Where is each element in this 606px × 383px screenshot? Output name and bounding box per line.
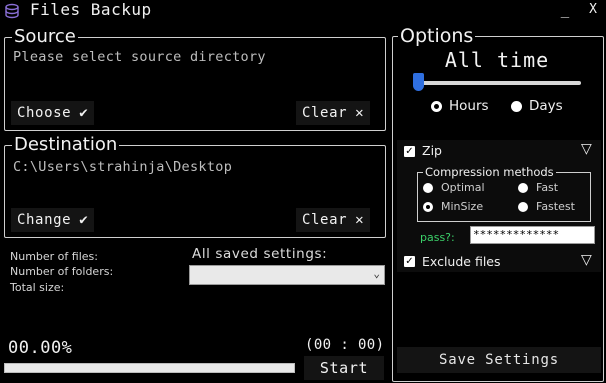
start-button[interactable]: Start — [304, 356, 384, 380]
destination-path: C:\Users\strahinja\Desktop — [13, 159, 233, 175]
check-icon: ✔ — [79, 105, 89, 121]
progress-bar — [4, 363, 295, 373]
compression-methods-legend: Compression methods — [423, 165, 556, 179]
total-size-label: Total size: — [10, 281, 65, 294]
options-legend: Options — [398, 25, 476, 47]
saved-settings-dropdown[interactable]: ⌄ — [189, 265, 385, 285]
source-path-placeholder: Please select source directory — [13, 49, 266, 65]
fast-label: Fast — [536, 181, 559, 194]
zip-expand-icon[interactable]: ▽ — [581, 141, 592, 157]
clear-source-button[interactable]: Clear ✕ — [296, 101, 371, 125]
close-icon: ✕ — [355, 105, 365, 121]
days-radio[interactable] — [511, 101, 522, 112]
minsize-label: MinSize — [441, 200, 484, 213]
close-icon: ✕ — [355, 212, 365, 228]
clear-label: Clear — [302, 105, 348, 121]
password-label: pass?: — [420, 231, 455, 244]
save-settings-button[interactable]: Save Settings — [397, 347, 601, 373]
number-of-folders-label: Number of folders: — [10, 265, 114, 278]
number-of-files-label: Number of files: — [10, 250, 98, 263]
change-label: Change — [17, 212, 72, 228]
fastest-radio[interactable] — [518, 202, 528, 212]
minsize-radio[interactable] — [423, 202, 433, 212]
clear-label: Clear — [302, 212, 348, 228]
optimal-radio[interactable] — [423, 183, 433, 193]
clear-destination-button[interactable]: Clear ✕ — [296, 208, 371, 232]
change-destination-button[interactable]: Change ✔ — [11, 208, 95, 232]
choose-label: Choose — [17, 105, 72, 121]
choose-source-button[interactable]: Choose ✔ — [11, 101, 95, 125]
check-icon: ✔ — [79, 212, 89, 228]
days-label: Days — [529, 98, 563, 114]
time-range-slider[interactable] — [413, 81, 581, 85]
hours-label: Hours — [449, 98, 489, 114]
time-range-label: All time — [444, 48, 550, 72]
compression-methods-group — [417, 172, 591, 222]
exclude-expand-icon[interactable]: ▽ — [581, 252, 592, 268]
password-input[interactable]: ************* — [470, 226, 595, 244]
saved-settings-label: All saved settings: — [192, 246, 328, 262]
minimize-button[interactable]: _ — [556, 1, 574, 19]
fastest-label: Fastest — [536, 200, 575, 213]
exclude-files-checkbox[interactable]: ✓ — [404, 256, 415, 267]
chevron-down-icon: ⌄ — [373, 267, 380, 280]
optimal-label: Optimal — [441, 181, 485, 194]
fast-radio[interactable] — [518, 183, 528, 193]
slider-thumb[interactable] — [413, 73, 424, 91]
source-legend: Source — [12, 26, 78, 47]
zip-checkbox[interactable]: ✓ — [404, 146, 415, 157]
database-icon — [5, 3, 19, 19]
close-button[interactable]: X — [584, 1, 602, 19]
hours-radio[interactable] — [431, 101, 442, 112]
window-title: Files Backup — [30, 0, 152, 19]
exclude-files-label: Exclude files — [422, 254, 501, 269]
destination-legend: Destination — [12, 134, 120, 155]
progress-percentage: 00.00% — [8, 338, 73, 358]
zip-label: Zip — [422, 143, 442, 158]
elapsed-timer: (00 : 00) — [305, 337, 385, 353]
